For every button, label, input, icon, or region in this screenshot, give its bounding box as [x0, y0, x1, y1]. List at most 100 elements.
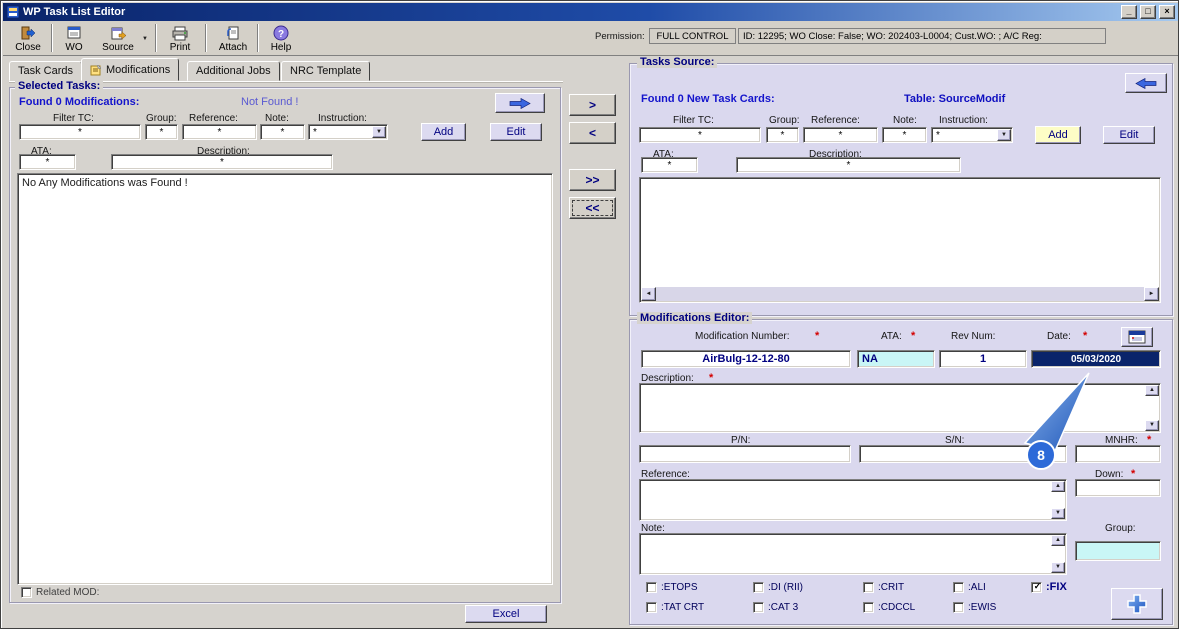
group-input[interactable]: *	[145, 124, 178, 140]
toolbar-source-label: Source	[102, 42, 134, 53]
scroll-down-icon[interactable]: ▼	[1145, 420, 1159, 431]
add-new-modification-button[interactable]	[1111, 588, 1163, 620]
checkbox-box[interactable]: ✓	[953, 602, 964, 613]
etops-checkbox[interactable]: ✓ :ETOPS	[646, 582, 698, 593]
chevron-down-icon[interactable]: ▼	[997, 129, 1011, 141]
title-bar: WP Task List Editor _ □ ×	[3, 3, 1178, 21]
chevron-down-icon[interactable]: ▼	[372, 126, 386, 138]
source-filter-tc-input[interactable]: *	[639, 127, 761, 143]
note-input[interactable]: *	[260, 124, 305, 140]
source-edit-button[interactable]: Edit	[1103, 126, 1155, 144]
toolbar-print-button[interactable]: Print	[161, 23, 199, 54]
di-rii-checkbox[interactable]: ✓ :DI (RII)	[753, 582, 803, 593]
ewis-label: :EWIS	[968, 602, 996, 613]
group-input[interactable]	[1075, 541, 1161, 561]
reference-input[interactable]: *	[182, 124, 257, 140]
source-group-input[interactable]: *	[766, 127, 799, 143]
scroll-up-icon[interactable]: ▲	[1051, 535, 1065, 546]
instruction-select[interactable]: * ▼	[308, 124, 388, 140]
checkbox-box[interactable]: ✓	[646, 602, 657, 613]
toolbar-help-label: Help	[271, 42, 292, 53]
scroll-right-icon[interactable]: ►	[1144, 287, 1159, 301]
pn-input[interactable]	[639, 445, 851, 463]
reference-textarea[interactable]: ▲ ▼	[639, 479, 1067, 521]
description-input[interactable]: *	[111, 154, 333, 170]
checkbox-box[interactable]: ✓	[863, 582, 874, 593]
description-textarea[interactable]: ▲ ▼	[639, 383, 1161, 433]
checkbox-box[interactable]: ✓	[753, 602, 764, 613]
cdccl-checkbox[interactable]: ✓ :CDCCL	[863, 602, 915, 613]
ali-label: :ALI	[968, 582, 986, 593]
note-textarea[interactable]: ▲ ▼	[639, 533, 1067, 575]
scroll-down-icon[interactable]: ▼	[1051, 508, 1065, 519]
toolbar-source-button[interactable]: Source	[97, 23, 139, 54]
mnhr-input[interactable]	[1075, 445, 1161, 463]
crit-label: :CRIT	[878, 582, 904, 593]
tab-nrc-template[interactable]: NRC Template	[281, 61, 370, 81]
checkbox-box[interactable]: ✓	[646, 582, 657, 593]
sn-input[interactable]	[859, 445, 1067, 463]
scroll-down-icon[interactable]: ▼	[1051, 562, 1065, 573]
move-all-right-button[interactable]: >>	[569, 169, 616, 191]
tab-task-cards[interactable]: Task Cards	[9, 61, 82, 81]
toolbar-attach-button[interactable]: Attach	[213, 23, 253, 54]
minimize-button[interactable]: _	[1121, 5, 1137, 19]
scroll-left-icon[interactable]: ◄	[641, 287, 656, 301]
checkbox-box[interactable]: ✓	[753, 582, 764, 593]
ewis-checkbox[interactable]: ✓ :EWIS	[953, 602, 996, 613]
modification-number-input[interactable]: AirBulg-12-12-80	[641, 350, 851, 368]
checkbox-box[interactable]: ✓	[863, 602, 874, 613]
tab-modifications[interactable]: Modifications	[81, 58, 179, 81]
checkbox-box[interactable]: ✓	[1031, 582, 1042, 593]
crit-checkbox[interactable]: ✓ :CRIT	[863, 582, 904, 593]
date-input[interactable]: 05/03/2020	[1031, 350, 1161, 368]
ata-input[interactable]: NA	[857, 350, 935, 368]
move-all-left-button[interactable]: <<	[569, 197, 616, 219]
related-mod-checkbox[interactable]: ✓ Related MOD:	[21, 587, 99, 598]
maximize-button[interactable]: □	[1140, 5, 1156, 19]
move-left-button[interactable]: <	[569, 122, 616, 144]
print-icon	[172, 25, 188, 41]
fix-checkbox[interactable]: ✓ :FIX	[1031, 581, 1067, 593]
ali-checkbox[interactable]: ✓ :ALI	[953, 582, 986, 593]
source-ata-input[interactable]: *	[641, 157, 698, 173]
scroll-up-icon[interactable]: ▲	[1051, 481, 1065, 492]
ata-input[interactable]: *	[19, 154, 76, 170]
excel-button[interactable]: Excel	[465, 605, 547, 623]
modifications-list[interactable]: No Any Modifications was Found !	[17, 173, 553, 585]
source-add-button[interactable]: Add	[1035, 126, 1081, 144]
down-input[interactable]	[1075, 479, 1161, 497]
filter-tc-input[interactable]: *	[19, 124, 141, 140]
move-to-selected-button[interactable]	[1125, 73, 1167, 93]
horizontal-scrollbar[interactable]: ◄ ►	[641, 287, 1159, 301]
toolbar-close-button[interactable]: Close	[9, 23, 47, 54]
cat-3-checkbox[interactable]: ✓ :CAT 3	[753, 602, 798, 613]
rev-num-input[interactable]: 1	[939, 350, 1027, 368]
toolbar-wo-button[interactable]: WO	[57, 23, 91, 54]
tab-additional-jobs[interactable]: Additional Jobs	[187, 61, 280, 81]
source-note-input[interactable]: *	[882, 127, 927, 143]
toolbar-print-label: Print	[170, 42, 191, 53]
close-window-button[interactable]: ×	[1159, 5, 1175, 19]
checkbox-box[interactable]: ✓	[21, 587, 32, 598]
move-to-source-button[interactable]	[495, 93, 545, 113]
filter-tc-label: Filter TC:	[53, 113, 94, 124]
tab-modifications-label: Modifications	[106, 64, 170, 76]
source-reference-input[interactable]: *	[803, 127, 878, 143]
scroll-up-icon[interactable]: ▲	[1145, 385, 1159, 396]
toolbar-source-dropdown[interactable]: ▼	[139, 23, 151, 54]
toolbar-help-button[interactable]: ? Help	[263, 23, 299, 54]
plus-icon	[1125, 592, 1149, 616]
add-button[interactable]: Add	[421, 123, 466, 141]
edit-button[interactable]: Edit	[490, 123, 542, 141]
selected-found-count: Found 0 Modifications:	[19, 96, 139, 108]
calendar-button[interactable]	[1121, 327, 1153, 347]
selected-tasks-title: Selected Tasks:	[15, 80, 103, 92]
source-description-input[interactable]: *	[736, 157, 961, 173]
source-instruction-select[interactable]: * ▼	[931, 127, 1013, 143]
tat-crt-checkbox[interactable]: ✓ :TAT CRT	[646, 602, 704, 613]
source-task-list[interactable]: ◄ ►	[639, 177, 1161, 303]
toolbar-attach-label: Attach	[219, 42, 247, 53]
checkbox-box[interactable]: ✓	[953, 582, 964, 593]
move-right-button[interactable]: >	[569, 94, 616, 116]
